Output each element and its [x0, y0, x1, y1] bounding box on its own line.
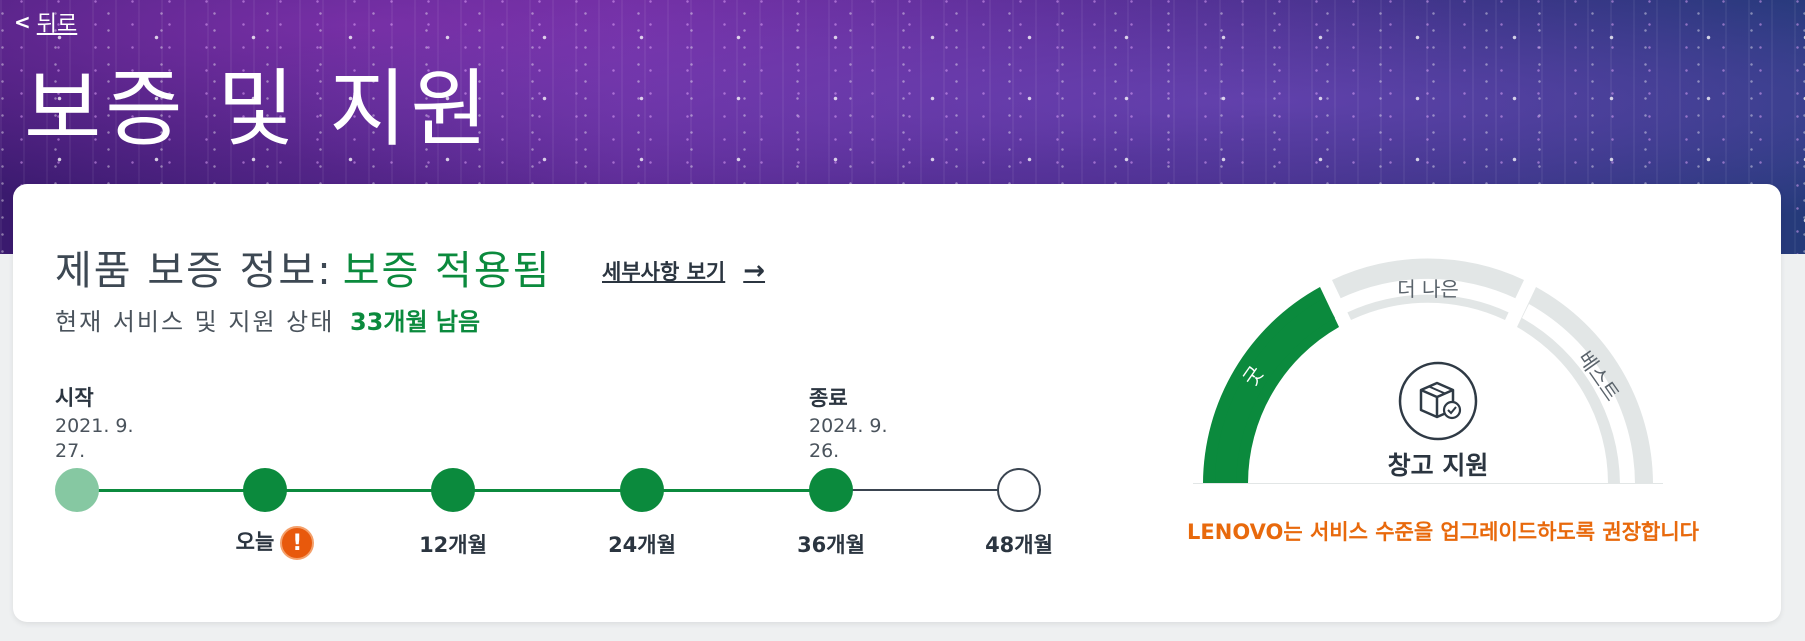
timeline-start-date: 2021. 9. 27.	[55, 415, 134, 462]
warranty-heading-label: 제품 보증 정보:	[55, 248, 333, 294]
timeline-node-today	[243, 468, 287, 512]
timeline-node-24	[620, 468, 664, 512]
timeline-node-start	[55, 468, 99, 512]
remaining-value: 33개월 남음	[349, 308, 481, 336]
timeline-start-label: 시작	[55, 386, 94, 410]
timeline-end-date: 2024. 9. 26.	[809, 415, 888, 462]
tick-36-months: 36개월	[797, 533, 865, 557]
timeline-node-12	[431, 468, 475, 512]
timeline-future-line	[841, 489, 1011, 491]
remaining-prefix: 현재 서비스 및 지원 상태	[55, 308, 335, 336]
gauge-label-better: 더 나은	[1397, 277, 1459, 301]
warehouse-box-check-icon	[1398, 361, 1478, 441]
tick-12-months: 12개월	[419, 533, 487, 557]
view-details-label: 세부사항 보기	[602, 260, 726, 284]
warranty-card: 제품 보증 정보: 보증 적용됨 세부사항 보기 → 현재 서비스 및 지원 상…	[13, 184, 1781, 622]
gauge-center-label: 창고 지원	[1387, 451, 1489, 480]
timeline-node-36	[809, 468, 853, 512]
upgrade-recommendation: LENOVO는 서비스 수준을 업그레이드하도록 권장합니다	[1187, 520, 1699, 544]
tick-24-months: 24개월	[608, 533, 676, 557]
tick-48-months: 48개월	[985, 533, 1053, 557]
timeline-node-48	[997, 468, 1041, 512]
warranty-heading: 제품 보증 정보: 보증 적용됨	[55, 238, 551, 296]
page-title: 보증 및 지원	[24, 60, 492, 158]
back-link[interactable]: < 뒤로	[14, 6, 77, 38]
back-link-label: 뒤로	[36, 12, 78, 37]
chevron-left-icon: <	[14, 10, 31, 34]
alert-icon[interactable]: !	[280, 526, 315, 560]
timeline-end-label: 종료	[809, 386, 848, 410]
warranty-status: 보증 적용됨	[342, 248, 552, 294]
tick-today: 오늘!	[205, 526, 345, 560]
view-details-link[interactable]: 세부사항 보기 →	[602, 256, 765, 286]
remaining-status: 현재 서비스 및 지원 상태 33개월 남음	[55, 302, 480, 337]
arrow-right-icon: →	[743, 256, 766, 286]
